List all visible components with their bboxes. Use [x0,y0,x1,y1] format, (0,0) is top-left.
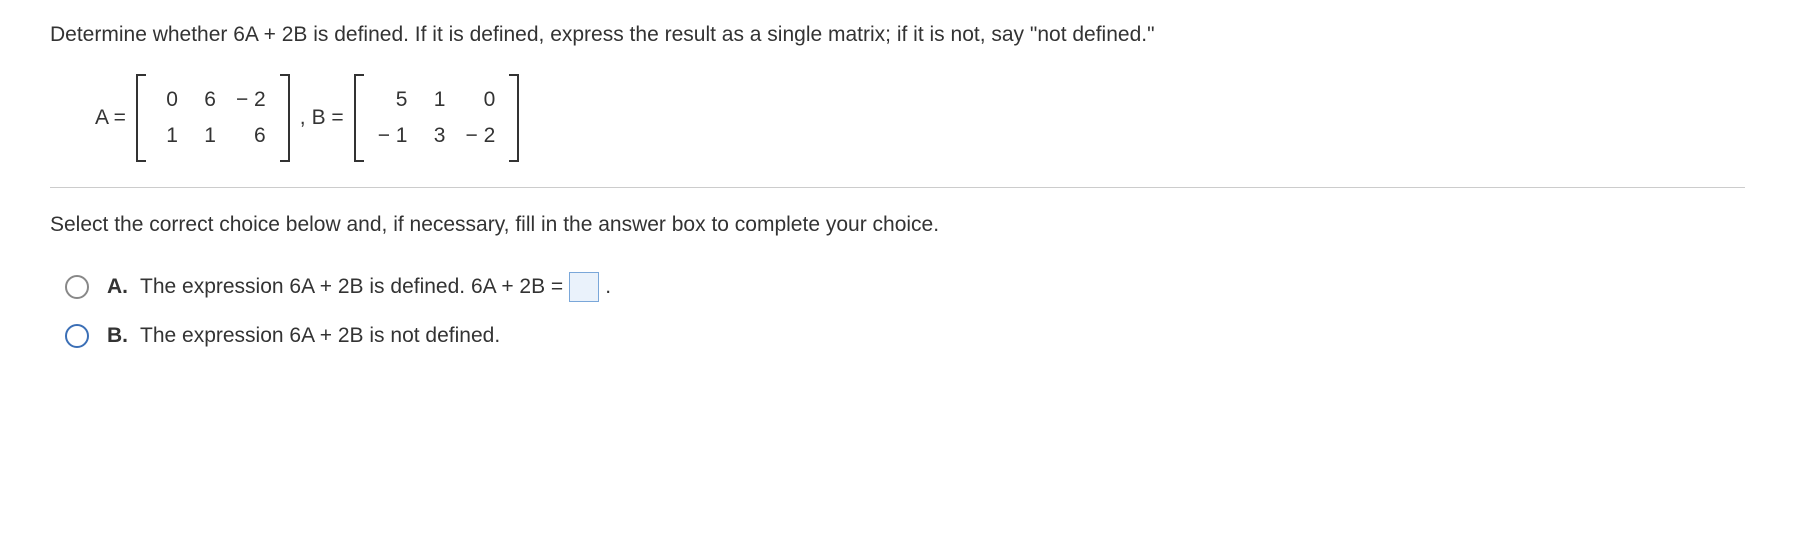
matrix-a-label: A = [95,106,126,130]
radio-choice-a[interactable] [65,275,89,299]
matrix-cell: − 2 [455,118,505,154]
question-text: Determine whether 6A + 2B is defined. If… [50,20,1745,49]
instruction-text: Select the correct choice below and, if … [50,213,1745,237]
matrix-cell: 1 [417,82,455,118]
choice-a-row: A. The expression 6A + 2B is defined. 6A… [65,272,1745,302]
matrix-cell: 3 [417,118,455,154]
divider [50,187,1745,188]
matrix-b: 5 1 0 − 1 3 − 2 [354,74,520,162]
matrix-cell: 6 [188,82,226,118]
matrix-cell: 1 [150,118,188,154]
matrix-cell: 0 [150,82,188,118]
matrix-cell: − 2 [226,82,276,118]
matrix-definitions: A = 0 6 − 2 1 1 6 , B = 5 1 [95,74,1745,162]
choice-b-text: The expression 6A + 2B is not defined. [140,324,500,348]
choice-b-row: B. The expression 6A + 2B is not defined… [65,324,1745,348]
matrix-cell: − 1 [368,118,418,154]
matrix-b-label: B = [312,106,344,130]
choice-b-letter: B. [107,324,128,348]
choice-a-text: The expression 6A + 2B is defined. 6A + … [140,272,611,302]
matrix-a: 0 6 − 2 1 1 6 [136,74,290,162]
matrix-cell: 0 [455,82,505,118]
choice-a-text-before: The expression 6A + 2B is defined. 6A + … [140,275,563,299]
separator: , [300,106,306,130]
choice-a-text-after: . [605,275,611,299]
matrix-cell: 6 [226,118,276,154]
matrix-cell: 1 [188,118,226,154]
answer-input-box[interactable] [569,272,599,302]
matrix-cell: 5 [368,82,418,118]
choice-a-letter: A. [107,275,128,299]
radio-choice-b[interactable] [65,324,89,348]
